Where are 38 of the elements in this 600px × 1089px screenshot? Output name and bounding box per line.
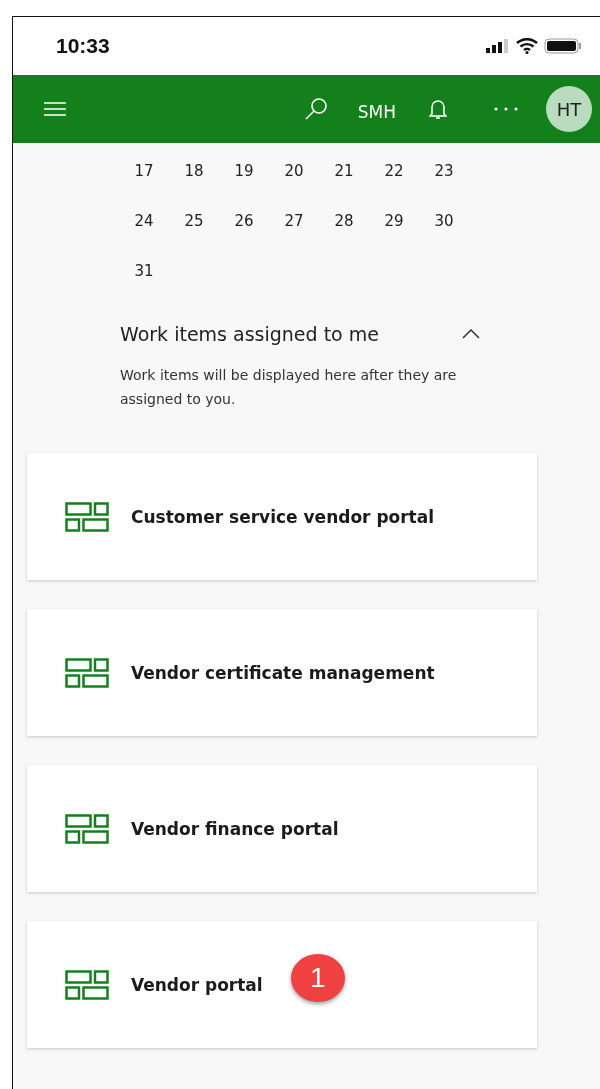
workspace-label: Customer service vendor portal [131,506,435,527]
calendar-day[interactable]: 31 [119,257,169,285]
company-selector[interactable]: SMH [357,102,396,122]
calendar-day[interactable]: 17 [119,157,169,185]
workspace-tile[interactable]: Vendor certificate management [27,609,537,736]
calendar-day[interactable]: 22 [369,157,419,185]
calendar-day[interactable]: 20 [269,157,319,185]
hamburger-icon [44,102,66,116]
user-avatar[interactable]: HT [546,86,592,132]
calendar-day[interactable]: 29 [369,207,419,235]
calendar-day[interactable]: 19 [219,157,269,185]
calendar-day[interactable]: 18 [169,157,219,185]
calendar-day[interactable]: 25 [169,207,219,235]
workspace-tile[interactable]: Customer service vendor portal [27,453,537,580]
calendar-day[interactable]: 28 [319,207,369,235]
workspace-icon [65,657,109,688]
workspace-tile[interactable]: Vendor finance portal [27,765,537,892]
calendar-day[interactable]: 21 [319,157,369,185]
callout-badge: 1 [290,953,345,1002]
signal-icon [486,39,510,53]
calendar-day[interactable]: 24 [119,207,169,235]
calendar-day[interactable]: 27 [269,207,319,235]
workspace-icon [65,501,109,532]
wifi-icon [516,38,538,54]
workspace-icon [65,969,109,1000]
chevron-icon[interactable] [462,329,480,339]
section-title: Work items assigned to me [120,323,379,345]
calendar-day[interactable]: 26 [219,207,269,235]
status-time: 10:33 [56,34,110,58]
empty-message: Work items will be displayed here after they are assigned to you. [120,366,458,409]
workspace-label: Vendor portal [131,974,263,995]
calendar-day[interactable]: 23 [419,157,469,185]
workspace-label: Vendor finance portal [131,818,339,839]
battery-icon [544,38,582,54]
workspace-label: Vendor certificate management [131,662,435,683]
workspace-tile[interactable]: Vendor portal 1 [27,921,537,1048]
calendar-day[interactable]: 30 [419,207,469,235]
workspace-icon [65,813,109,844]
